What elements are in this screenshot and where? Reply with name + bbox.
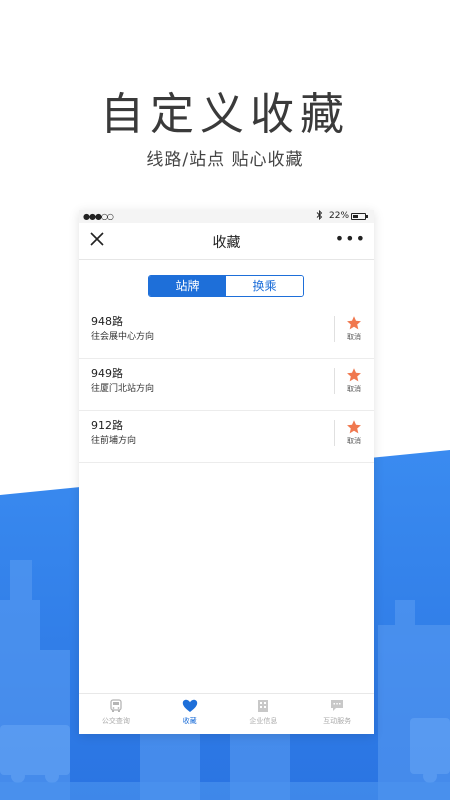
divider (334, 420, 335, 446)
route-name: 948路 (91, 315, 123, 328)
route-direction: 往前埔方向 (91, 436, 137, 446)
star-icon (347, 316, 361, 330)
list-item[interactable]: 912路 往前埔方向 取消 (79, 411, 374, 463)
tab-label: 企业信息 (249, 717, 278, 725)
battery-icon (351, 213, 368, 220)
more-icon[interactable]: ••• (335, 230, 366, 248)
unfavorite-button[interactable]: 取消 (343, 367, 365, 394)
phone-screen: ●●●○○ 22% 收藏 ••• 站牌 换乘 948路 往会展中心方向 取消 9… (79, 210, 374, 734)
nav-bar: 收藏 ••• (79, 223, 374, 260)
cancel-label: 取消 (347, 385, 361, 393)
favorites-list: 948路 往会展中心方向 取消 949路 往厦门北站方向 取消 912路 往前埔… (79, 307, 374, 463)
bottom-tab-bar: 公交查询 收藏 企业信息 互动服务 (79, 693, 374, 734)
route-direction: 往会展中心方向 (91, 332, 155, 342)
cancel-label: 取消 (347, 333, 361, 341)
route-direction: 往厦门北站方向 (91, 384, 155, 394)
segmented-control: 站牌 换乘 (148, 275, 304, 297)
status-bar: ●●●○○ 22% (79, 210, 374, 223)
tab-label: 收藏 (182, 717, 197, 725)
heart-icon (182, 699, 197, 712)
unfavorite-button[interactable]: 取消 (343, 315, 365, 342)
route-name: 912路 (91, 419, 123, 432)
unfavorite-button[interactable]: 取消 (343, 419, 365, 446)
battery-percent: 22% (329, 211, 350, 221)
hero-subtitle: 线路/站点 贴心收藏 (146, 150, 304, 170)
tab-label: 公交查询 (101, 717, 130, 725)
tab-company-info[interactable]: 企业信息 (227, 694, 301, 734)
cancel-label: 取消 (347, 437, 361, 445)
tab-interactive-service[interactable]: 互动服务 (300, 694, 374, 734)
hero-title: 自定义收藏 (100, 89, 350, 140)
star-icon (347, 368, 361, 382)
bus-icon (110, 699, 122, 712)
divider (334, 368, 335, 394)
building-icon (258, 700, 269, 712)
star-icon (347, 420, 361, 434)
tab-transfer[interactable]: 换乘 (226, 276, 303, 296)
divider (334, 316, 335, 342)
list-item[interactable]: 949路 往厦门北站方向 取消 (79, 359, 374, 411)
tab-bus-query[interactable]: 公交查询 (79, 694, 153, 734)
route-name: 949路 (91, 367, 123, 380)
chat-icon (331, 700, 344, 711)
tab-label: 互动服务 (323, 717, 352, 725)
tab-favorites[interactable]: 收藏 (153, 694, 227, 734)
tab-stop-sign[interactable]: 站牌 (149, 276, 226, 296)
list-item[interactable]: 948路 往会展中心方向 取消 (79, 307, 374, 359)
page-title: 收藏 (212, 235, 241, 251)
signal-indicator: ●●●○○ (83, 212, 114, 221)
